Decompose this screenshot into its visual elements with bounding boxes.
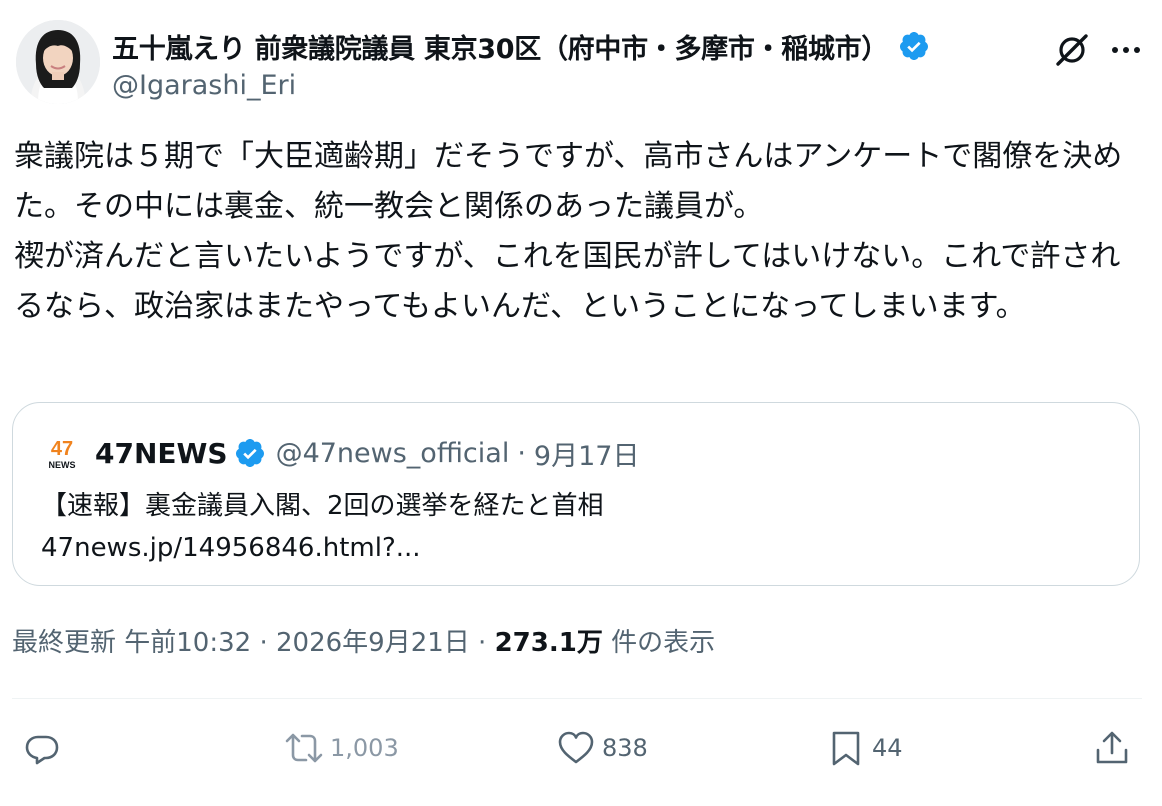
- share-button[interactable]: [1092, 728, 1132, 768]
- retweet-icon: [285, 733, 323, 763]
- like-icon: [558, 731, 594, 764]
- quoted-tweet-header: 47 NEWS 47NEWS @47news_official · 9月17日: [47, 433, 640, 473]
- quoted-text-line: 【速報】裏金議員入閣、2回の選挙を経たと首相: [41, 491, 604, 521]
- share-icon: [1096, 731, 1128, 764]
- retweet-button[interactable]: 1,003: [284, 728, 399, 768]
- retweet-count: 1,003: [330, 734, 399, 762]
- tweet-text: 衆議院は５期で「大臣適齢期」だそうですが、高市さんはアンケートで閣僚を決めた。そ…: [14, 139, 1123, 324]
- quoted-author-name[interactable]: 47NEWS: [95, 437, 228, 470]
- more-options-icon[interactable]: [1106, 30, 1146, 70]
- bookmark-button[interactable]: 44: [826, 728, 903, 768]
- like-count: 838: [602, 734, 648, 762]
- quoted-tweet-card[interactable]: 47 NEWS 47NEWS @47news_official · 9月17日 …: [12, 402, 1140, 586]
- grok-icon[interactable]: [1052, 30, 1092, 70]
- quoted-link-line: 47news.jp/14956846.html?...: [41, 533, 421, 563]
- author-name-row[interactable]: 五十嵐えり 前衆議院議員 東京30区（府中市・多摩市・稲城市）: [112, 26, 930, 66]
- logo-subtext: NEWS: [49, 460, 76, 470]
- verified-badge-icon[interactable]: [898, 30, 930, 62]
- bookmark-icon: [832, 731, 860, 766]
- avatar[interactable]: [16, 20, 100, 104]
- quoted-verified-badge-icon: [234, 437, 266, 469]
- 47news-logo-icon: 47 NEWS: [47, 435, 77, 471]
- quoted-author-handle[interactable]: @47news_official: [276, 438, 510, 469]
- reply-button[interactable]: [22, 728, 62, 768]
- tweet-header: 五十嵐えり 前衆議院議員 東京30区（府中市・多摩市・稲城市） @Igarash…: [16, 20, 1146, 104]
- logo-number: 47: [51, 438, 73, 460]
- quoted-tweet-text: 【速報】裏金議員入閣、2回の選挙を経たと首相 47news.jp/1495684…: [41, 485, 604, 569]
- timestamp[interactable]: 最終更新 午前10:32 · 2026年9月21日 ·: [12, 628, 495, 658]
- author-display-name[interactable]: 五十嵐えり 前衆議院議員 東京30区（府中市・多摩市・稲城市）: [112, 27, 888, 66]
- quoted-date[interactable]: 9月17日: [534, 434, 640, 473]
- quoted-separator: ·: [517, 437, 526, 469]
- author-handle[interactable]: @Igarashi_Eri: [112, 70, 296, 101]
- divider: [12, 698, 1142, 699]
- bookmark-count: 44: [872, 734, 903, 762]
- views-count: 273.1万: [494, 628, 603, 658]
- like-button[interactable]: 838: [556, 728, 648, 768]
- reply-icon: [25, 735, 59, 765]
- views-label: 件の表示: [602, 628, 716, 658]
- tweet-meta: 最終更新 午前10:32 · 2026年9月21日 · 273.1万 件の表示: [12, 622, 715, 659]
